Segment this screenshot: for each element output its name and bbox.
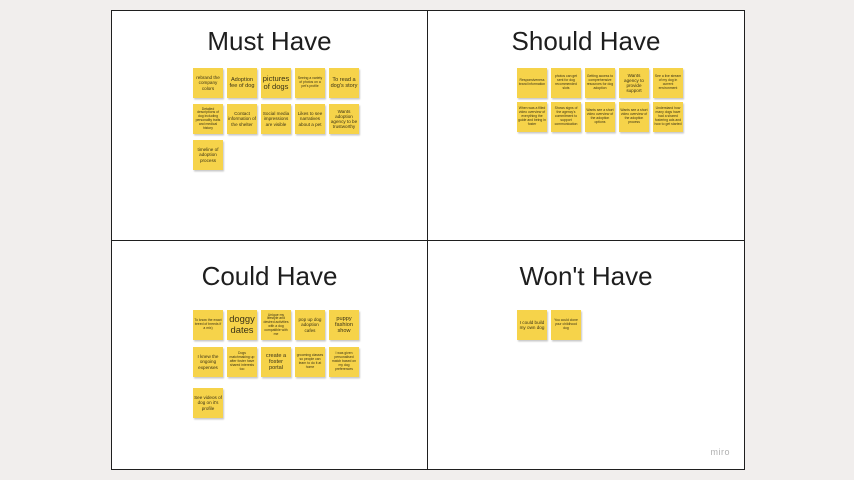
sticky-note[interactable]: Wants adoption agency to be trustworthy bbox=[329, 104, 359, 134]
sticky-note[interactable]: Adoption fee of dog bbox=[227, 68, 257, 98]
sticky-note[interactable]: create a foster portal bbox=[261, 347, 291, 377]
sticky-note[interactable]: I could build my own dog bbox=[517, 310, 547, 340]
sticky-note[interactable]: Shows signs of the agency's commitment t… bbox=[551, 102, 581, 132]
quadrant-should-have: Should Have Responsiveness brand informa… bbox=[428, 11, 744, 240]
sticky-note[interactable]: To read a dog's story bbox=[329, 68, 359, 98]
sticky-note[interactable]: Dogs matchmaking up after foster have sh… bbox=[227, 347, 257, 377]
sticky-note[interactable]: See videos of dog on it's profile bbox=[193, 388, 223, 418]
sticky-note[interactable]: Responsiveness brand information bbox=[517, 68, 547, 98]
sticky-note[interactable]: rebrand the company colors bbox=[193, 68, 223, 98]
sticky-note[interactable]: pictures of dogs bbox=[261, 68, 291, 98]
sticky-note[interactable]: Detailed descriptions of dog including p… bbox=[193, 104, 223, 134]
sticky-note[interactable]: Wants agency to provide support bbox=[619, 68, 649, 98]
sticky-note[interactable]: Contact information of the shelter bbox=[227, 104, 257, 134]
sticky-note[interactable]: doggy dates bbox=[227, 310, 257, 340]
sticky-note[interactable]: Seeing a variety of photos on a pet's pr… bbox=[295, 68, 325, 98]
sticky-note[interactable]: I knew the ongoing expenses bbox=[193, 347, 223, 377]
whiteboard-canvas[interactable]: Must Have rebrand the company colors Ado… bbox=[111, 10, 745, 470]
sticky-note[interactable]: See a live stream of my dog in current e… bbox=[653, 68, 683, 98]
sticky-note[interactable]: You could clone your childhood dog bbox=[551, 310, 581, 340]
quadrant-title-must-have: Must Have bbox=[207, 26, 332, 56]
quadrant-title-wont-have: Won't Have bbox=[519, 261, 653, 291]
sticky-note[interactable]: Wants see a short video overview of the … bbox=[619, 102, 649, 132]
sticky-note[interactable]: pop up dog adoption cafes bbox=[295, 310, 325, 340]
sticky-note[interactable]: Wants see a short video overview of the … bbox=[585, 102, 615, 132]
sticky-note[interactable]: Getting access to comprehensive resource… bbox=[585, 68, 615, 98]
sticky-note[interactable]: Likes to see narratives about a pet bbox=[295, 104, 325, 134]
quadrant-must-have: Must Have rebrand the company colors Ado… bbox=[112, 11, 427, 240]
quadrant-could-have: Could Have To know the exact breed of br… bbox=[112, 241, 427, 469]
sticky-note[interactable]: Social media impressions are visible bbox=[261, 104, 291, 134]
sticky-note[interactable]: grooming classes so people can learn to … bbox=[295, 347, 325, 377]
miro-watermark: miro bbox=[710, 447, 730, 457]
sticky-note[interactable]: photos can get sent for dog recommended … bbox=[551, 68, 581, 98]
sticky-note[interactable]: Unique my lifestyle and desired activiti… bbox=[261, 310, 291, 340]
sticky-note[interactable]: Understand how many dogs have had a shar… bbox=[653, 102, 683, 132]
quadrant-wont-have: Won't Have I could build my own dog You … bbox=[428, 241, 744, 469]
sticky-note[interactable]: When was a filled video overview of ever… bbox=[517, 102, 547, 132]
sticky-note[interactable]: puppy fashion show bbox=[329, 310, 359, 340]
quadrant-title-could-have: Could Have bbox=[201, 261, 338, 291]
sticky-note[interactable]: To know the exact breed of breeds if a m… bbox=[193, 310, 223, 340]
sticky-note[interactable]: I was given personalised match based on … bbox=[329, 347, 359, 377]
sticky-note[interactable]: timeline of adoption process bbox=[193, 140, 223, 170]
quadrant-title-should-have: Should Have bbox=[511, 26, 661, 56]
